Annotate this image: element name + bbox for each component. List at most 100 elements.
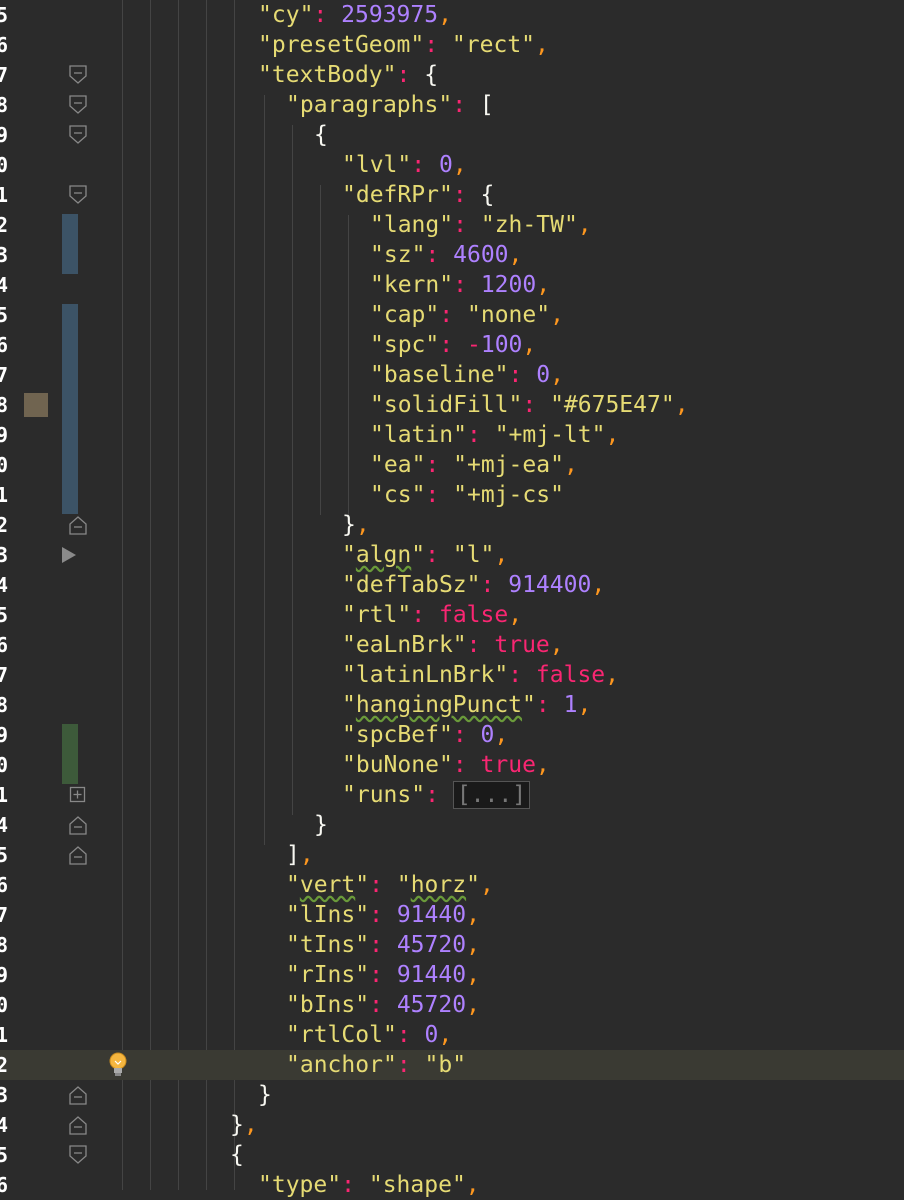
code-text: "bIns": 45720,	[286, 992, 480, 1018]
line-number: 1	[0, 183, 8, 207]
code-line[interactable]: 5 "cap": "none",	[0, 300, 904, 330]
code-line[interactable]: 2},	[0, 510, 904, 540]
code-text: "paragraphs": [	[286, 92, 494, 118]
code-text: "buNone": true,	[342, 752, 550, 778]
code-text: "solidFill": "#675E47",	[370, 392, 689, 418]
fold-marker-icon[interactable]	[69, 1115, 87, 1135]
line-number: 4	[0, 813, 8, 837]
fold-marker-icon[interactable]	[69, 515, 87, 535]
code-line[interactable]: 5],	[0, 840, 904, 870]
code-line[interactable]: 1 "runs": [...]	[0, 780, 904, 810]
code-line[interactable]: 6 "type": "shape",	[0, 1170, 904, 1200]
code-text: "rIns": 91440,	[286, 962, 480, 988]
line-number: 3	[0, 243, 8, 267]
code-text: "ea": "+mj-ea",	[370, 452, 578, 478]
line-number: 6	[0, 333, 8, 357]
code-line[interactable]: 3}	[0, 1080, 904, 1110]
code-text: "cy": 2593975,	[258, 2, 452, 28]
code-text: "runs": [...]	[342, 780, 531, 810]
code-line[interactable]: 9 "rIns": 91440,	[0, 960, 904, 990]
code-text: "defTabSz": 914400,	[342, 572, 606, 598]
code-line[interactable]: 7 "latinLnBrk": false,	[0, 660, 904, 690]
code-line[interactable]: 3 "sz": 4600,	[0, 240, 904, 270]
code-line[interactable]: 4},	[0, 1110, 904, 1140]
vcs-change-marker[interactable]	[62, 724, 78, 784]
code-text: "lang": "zh-TW",	[370, 212, 592, 238]
code-line[interactable]: 6 "eaLnBrk": true,	[0, 630, 904, 660]
code-text: "algn": "l",	[342, 542, 509, 568]
code-line[interactable]: 9 "latin": "+mj-lt",	[0, 420, 904, 450]
code-line[interactable]: 1 "cs": "+mj-cs"	[0, 480, 904, 510]
line-number: 0	[0, 993, 8, 1017]
code-line[interactable]: 9 "spcBef": 0,	[0, 720, 904, 750]
expand-fold-icon[interactable]	[69, 785, 87, 805]
code-text: "presetGeom": "rect",	[258, 32, 549, 58]
vcs-change-marker[interactable]	[62, 304, 78, 514]
code-text: "kern": 1200,	[370, 272, 551, 298]
line-number: 6	[0, 873, 8, 897]
fold-marker-icon[interactable]	[69, 125, 87, 145]
code-line[interactable]: 5{	[0, 1140, 904, 1170]
code-text: "cap": "none",	[370, 302, 564, 328]
line-number: 9	[0, 963, 8, 987]
code-line[interactable]: 5 "rtl": false,	[0, 600, 904, 630]
code-text: "type": "shape",	[258, 1172, 480, 1198]
line-number: 0	[0, 453, 8, 477]
code-text: "defRPr": {	[342, 182, 495, 208]
line-number: 6	[0, 33, 8, 57]
code-line[interactable]: 3 "algn": "l",	[0, 540, 904, 570]
code-line[interactable]: 1 "rtlCol": 0,	[0, 1020, 904, 1050]
fold-marker-icon[interactable]	[69, 65, 87, 85]
fold-marker-icon[interactable]	[69, 815, 87, 835]
vcs-change-marker[interactable]	[62, 214, 78, 274]
bookmark-icon[interactable]	[24, 393, 48, 417]
code-line[interactable]: 4}	[0, 810, 904, 840]
line-number: 8	[0, 693, 8, 717]
code-text: "latin": "+mj-lt",	[370, 422, 620, 448]
code-line[interactable]: 9{	[0, 120, 904, 150]
code-text: "rtlCol": 0,	[286, 1022, 453, 1048]
code-line[interactable]: 6 "vert": "horz",	[0, 870, 904, 900]
line-number: 1	[0, 483, 8, 507]
code-line[interactable]: 5 "cy": 2593975,	[0, 0, 904, 30]
code-line[interactable]: 7 "textBody": {	[0, 60, 904, 90]
code-line[interactable]: 6 "presetGeom": "rect",	[0, 30, 904, 60]
line-number: 8	[0, 933, 8, 957]
fold-marker-icon[interactable]	[69, 845, 87, 865]
code-line[interactable]: 7 "lIns": 91440,	[0, 900, 904, 930]
code-line[interactable]: 6 "spc": -100,	[0, 330, 904, 360]
code-text: "hangingPunct": 1,	[342, 692, 592, 718]
code-line[interactable]: 4 "kern": 1200,	[0, 270, 904, 300]
line-number: 3	[0, 1083, 8, 1107]
code-line[interactable]: 0 "bIns": 45720,	[0, 990, 904, 1020]
fold-marker-icon[interactable]	[69, 1145, 87, 1165]
fold-marker-icon[interactable]	[69, 1085, 87, 1105]
folded-region[interactable]: [...]	[452, 781, 531, 809]
lightbulb-icon[interactable]	[107, 1051, 129, 1079]
fold-marker-icon[interactable]	[69, 185, 87, 205]
line-number: 0	[0, 153, 8, 177]
line-number: 7	[0, 903, 8, 927]
code-line[interactable]: 1 "defRPr": {	[0, 180, 904, 210]
line-number: 1	[0, 1023, 8, 1047]
code-line[interactable]: 2 "lang": "zh-TW",	[0, 210, 904, 240]
code-text: "cs": "+mj-cs"	[370, 482, 564, 508]
code-line[interactable]: 0 "ea": "+mj-ea",	[0, 450, 904, 480]
current-line[interactable]: 2 "anchor": "b"	[0, 1050, 904, 1080]
line-number: 5	[0, 843, 8, 867]
code-line[interactable]: 8 "solidFill": "#675E47",	[0, 390, 904, 420]
code-line[interactable]: 8 "tIns": 45720,	[0, 930, 904, 960]
code-line[interactable]: 0 "buNone": true,	[0, 750, 904, 780]
code-text: "lvl": 0,	[342, 152, 467, 178]
line-number: 5	[0, 3, 8, 27]
code-line[interactable]: 7 "baseline": 0,	[0, 360, 904, 390]
code-line[interactable]: 4 "defTabSz": 914400,	[0, 570, 904, 600]
code-line[interactable]: 0 "lvl": 0,	[0, 150, 904, 180]
code-text: "lIns": 91440,	[286, 902, 480, 928]
fold-marker-icon[interactable]	[69, 95, 87, 115]
line-number: 4	[0, 573, 8, 597]
code-line[interactable]: 8 "hangingPunct": 1,	[0, 690, 904, 720]
code-line[interactable]: 8 "paragraphs": [	[0, 90, 904, 120]
code-text: }	[314, 812, 328, 838]
line-number: 7	[0, 363, 8, 387]
